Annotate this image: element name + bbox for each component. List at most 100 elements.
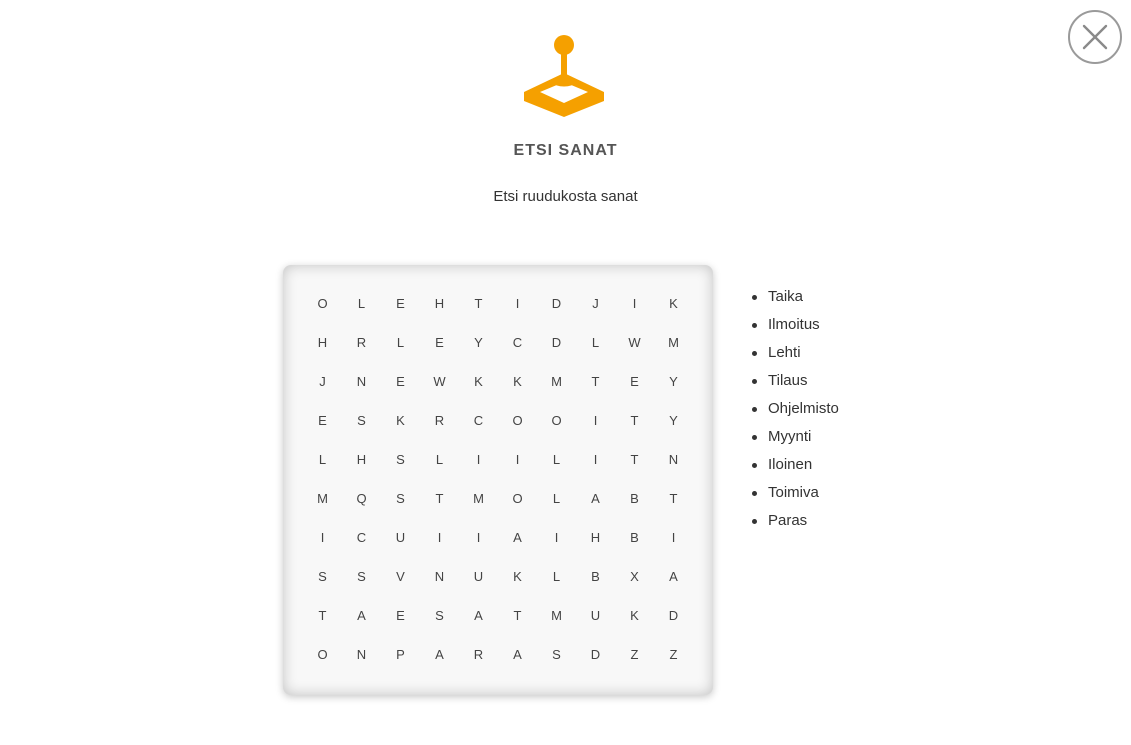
- grid-cell[interactable]: V: [381, 557, 420, 596]
- grid-cell[interactable]: T: [303, 596, 342, 635]
- grid-cell[interactable]: K: [498, 362, 537, 401]
- grid-cell[interactable]: A: [654, 557, 693, 596]
- grid-cell[interactable]: L: [537, 440, 576, 479]
- grid-cell[interactable]: N: [654, 440, 693, 479]
- grid-cell[interactable]: I: [498, 284, 537, 323]
- grid-cell[interactable]: S: [342, 401, 381, 440]
- grid-cell[interactable]: D: [537, 323, 576, 362]
- grid-cell[interactable]: A: [420, 635, 459, 674]
- grid-cell[interactable]: I: [615, 284, 654, 323]
- grid-cell[interactable]: Y: [654, 401, 693, 440]
- grid-cell[interactable]: I: [420, 518, 459, 557]
- grid-cell[interactable]: C: [498, 323, 537, 362]
- grid-cell[interactable]: I: [498, 440, 537, 479]
- grid-cell[interactable]: M: [459, 479, 498, 518]
- grid-cell[interactable]: X: [615, 557, 654, 596]
- grid-cell[interactable]: L: [537, 479, 576, 518]
- grid-cell[interactable]: T: [615, 440, 654, 479]
- grid-cell[interactable]: Z: [654, 635, 693, 674]
- grid-cell[interactable]: E: [303, 401, 342, 440]
- grid-cell[interactable]: I: [459, 518, 498, 557]
- grid-cell[interactable]: L: [381, 323, 420, 362]
- grid-cell[interactable]: D: [537, 284, 576, 323]
- grid-cell[interactable]: Y: [654, 362, 693, 401]
- grid-cell[interactable]: S: [420, 596, 459, 635]
- grid-cell[interactable]: A: [342, 596, 381, 635]
- grid-cell[interactable]: R: [420, 401, 459, 440]
- grid-cell[interactable]: E: [420, 323, 459, 362]
- grid-cell[interactable]: K: [459, 362, 498, 401]
- grid-cell[interactable]: R: [342, 323, 381, 362]
- grid-cell[interactable]: T: [654, 479, 693, 518]
- grid-cell[interactable]: O: [537, 401, 576, 440]
- grid-cell[interactable]: B: [615, 479, 654, 518]
- grid-cell[interactable]: T: [498, 596, 537, 635]
- grid-cell[interactable]: W: [615, 323, 654, 362]
- grid-cell[interactable]: T: [615, 401, 654, 440]
- grid-cell[interactable]: E: [615, 362, 654, 401]
- grid-cell[interactable]: L: [576, 323, 615, 362]
- grid-cell[interactable]: N: [420, 557, 459, 596]
- grid-cell[interactable]: H: [342, 440, 381, 479]
- grid-cell[interactable]: I: [459, 440, 498, 479]
- grid-cell[interactable]: L: [420, 440, 459, 479]
- grid-cell[interactable]: K: [498, 557, 537, 596]
- grid-cell[interactable]: N: [342, 635, 381, 674]
- grid-cell[interactable]: B: [615, 518, 654, 557]
- grid-cell[interactable]: A: [576, 479, 615, 518]
- grid-cell[interactable]: A: [459, 596, 498, 635]
- grid-cell[interactable]: H: [576, 518, 615, 557]
- grid-cell[interactable]: O: [303, 284, 342, 323]
- grid-cell[interactable]: H: [420, 284, 459, 323]
- grid-cell[interactable]: S: [381, 440, 420, 479]
- grid-cell[interactable]: W: [420, 362, 459, 401]
- grid-cell[interactable]: I: [576, 401, 615, 440]
- grid-cell[interactable]: R: [459, 635, 498, 674]
- grid-cell[interactable]: N: [342, 362, 381, 401]
- grid-cell[interactable]: M: [537, 362, 576, 401]
- grid-cell[interactable]: U: [576, 596, 615, 635]
- grid-cell[interactable]: K: [615, 596, 654, 635]
- grid-cell[interactable]: J: [303, 362, 342, 401]
- grid-cell[interactable]: M: [654, 323, 693, 362]
- grid-cell[interactable]: A: [498, 635, 537, 674]
- grid-cell[interactable]: T: [420, 479, 459, 518]
- grid-cell[interactable]: J: [576, 284, 615, 323]
- grid-cell[interactable]: D: [654, 596, 693, 635]
- grid-cell[interactable]: E: [381, 596, 420, 635]
- grid-cell[interactable]: E: [381, 284, 420, 323]
- grid-cell[interactable]: C: [459, 401, 498, 440]
- close-button[interactable]: [1068, 10, 1122, 64]
- grid-cell[interactable]: S: [303, 557, 342, 596]
- grid-cell[interactable]: L: [537, 557, 576, 596]
- grid-cell[interactable]: I: [537, 518, 576, 557]
- grid-cell[interactable]: L: [342, 284, 381, 323]
- grid-cell[interactable]: O: [498, 401, 537, 440]
- grid-cell[interactable]: T: [459, 284, 498, 323]
- grid-cell[interactable]: K: [654, 284, 693, 323]
- grid-cell[interactable]: Z: [615, 635, 654, 674]
- grid-cell[interactable]: P: [381, 635, 420, 674]
- grid-cell[interactable]: T: [576, 362, 615, 401]
- grid-cell[interactable]: K: [381, 401, 420, 440]
- grid-cell[interactable]: S: [537, 635, 576, 674]
- grid-cell[interactable]: S: [342, 557, 381, 596]
- grid-cell[interactable]: I: [654, 518, 693, 557]
- grid-cell[interactable]: C: [342, 518, 381, 557]
- grid-cell[interactable]: U: [381, 518, 420, 557]
- grid-cell[interactable]: S: [381, 479, 420, 518]
- grid-cell[interactable]: H: [303, 323, 342, 362]
- grid-cell[interactable]: I: [576, 440, 615, 479]
- grid-cell[interactable]: O: [498, 479, 537, 518]
- grid-cell[interactable]: I: [303, 518, 342, 557]
- grid-cell[interactable]: Q: [342, 479, 381, 518]
- grid-cell[interactable]: L: [303, 440, 342, 479]
- grid-cell[interactable]: Y: [459, 323, 498, 362]
- grid-cell[interactable]: A: [498, 518, 537, 557]
- grid-cell[interactable]: E: [381, 362, 420, 401]
- grid-cell[interactable]: D: [576, 635, 615, 674]
- grid-cell[interactable]: B: [576, 557, 615, 596]
- grid-cell[interactable]: U: [459, 557, 498, 596]
- grid-cell[interactable]: M: [303, 479, 342, 518]
- grid-cell[interactable]: M: [537, 596, 576, 635]
